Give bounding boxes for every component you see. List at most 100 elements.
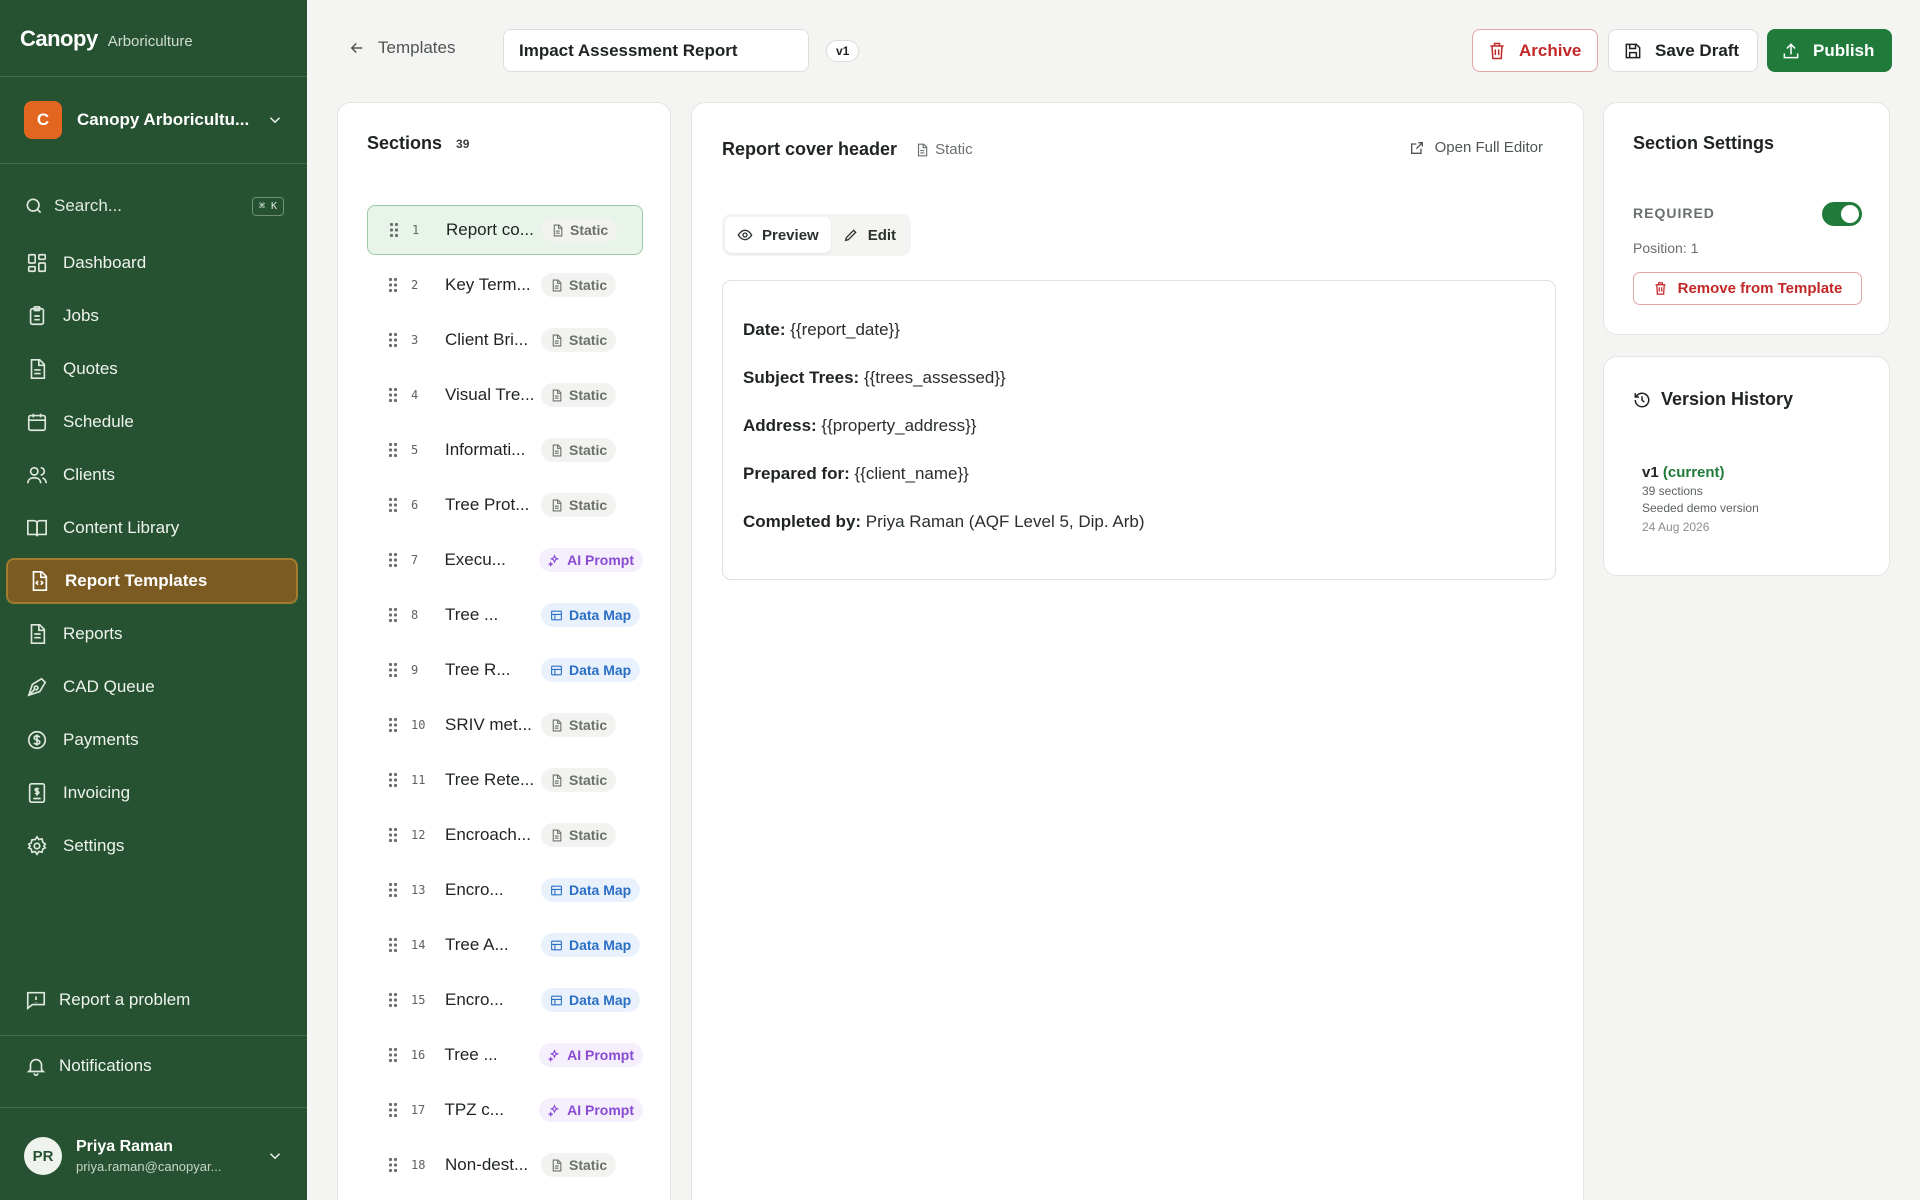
notifications-label: Notifications [59, 1056, 152, 1075]
section-row[interactable]: 16 Tree ... AI Prompt [367, 1030, 643, 1080]
section-name: Client Bri... [445, 330, 529, 349]
sections-panel: Sections 39 1 Report co... Static 2 Key Term… [337, 102, 671, 1200]
drag-handle-icon[interactable] [387, 276, 399, 294]
section-name: Visual Tre... [445, 385, 535, 404]
brand-name: Canopy [20, 26, 98, 51]
badge-label: Static [569, 277, 608, 293]
nav-label: Payments [63, 730, 139, 749]
drag-handle-icon[interactable] [387, 606, 399, 624]
section-row[interactable]: 11 Tree Rete... Static [367, 755, 643, 805]
drag-handle-icon[interactable] [387, 331, 399, 349]
badge-label: Data Map [569, 937, 632, 953]
report-problem-label: Report a problem [59, 990, 191, 1009]
badge-label: AI Prompt [567, 1102, 634, 1118]
section-row[interactable]: 8 Tree ... Data Map [367, 590, 643, 640]
nav-item-settings[interactable]: Settings [6, 823, 298, 869]
tab-preview[interactable]: Preview [725, 217, 831, 253]
edit-label: Edit [867, 226, 897, 244]
drag-handle-icon[interactable] [387, 441, 399, 459]
nav-item-quotes[interactable]: Quotes [6, 346, 298, 392]
preview-line-date: Date: {{report_date}} [743, 320, 900, 339]
brand-logo[interactable]: Canopy Arboriculture [20, 26, 193, 52]
search-input[interactable]: Search... ⌘ K [24, 192, 284, 220]
drag-handle-icon[interactable] [387, 826, 399, 844]
drag-handle-icon[interactable] [387, 936, 399, 954]
archive-button[interactable]: Archive [1472, 29, 1598, 72]
remove-from-template-button[interactable]: Remove from Template [1633, 272, 1862, 305]
section-type-badge: Static [542, 218, 618, 242]
drag-handle-icon[interactable] [387, 1156, 399, 1174]
drag-handle-icon[interactable] [387, 496, 399, 514]
save-draft-button[interactable]: Save Draft [1608, 29, 1758, 72]
drag-handle-icon[interactable] [387, 386, 399, 404]
section-row[interactable]: 15 Encro... Data Map [367, 975, 643, 1025]
section-row[interactable]: 1 Report co... Static [367, 205, 643, 255]
drag-handle-icon[interactable] [387, 771, 399, 789]
section-row[interactable]: 2 Key Term... Static [367, 260, 643, 310]
section-row[interactable]: 3 Client Bri... Static [367, 315, 643, 365]
drag-handle-icon[interactable] [387, 881, 399, 899]
back-to-templates-link[interactable]: Templates [348, 38, 455, 58]
trash-icon [1655, 282, 1666, 295]
section-row[interactable]: 6 Tree Prot... Static [367, 480, 643, 530]
required-label: REQUIRED [1633, 205, 1715, 221]
nav-item-reports[interactable]: Reports [6, 611, 298, 657]
drag-handle-icon[interactable] [388, 221, 400, 239]
history-title: Version History [1661, 389, 1794, 409]
preview-line-completed-by: Completed by: Priya Raman (AQF Level 5, … [743, 512, 1145, 531]
org-switcher[interactable]: C Canopy Arboricultu... [24, 100, 284, 140]
user-menu[interactable]: PR Priya Raman priya.raman@canopyar... [24, 1134, 284, 1178]
section-row[interactable]: 14 Tree A... Data Map [367, 920, 643, 970]
template-title-input[interactable]: Impact Assessment Report [503, 29, 809, 72]
section-type-badge: Static [541, 383, 617, 407]
section-row[interactable]: 5 Informati... Static [367, 425, 643, 475]
nav-item-payments[interactable]: Payments [6, 717, 298, 763]
file-icon [550, 389, 563, 402]
nav-item-content-library[interactable]: Content Library [6, 505, 298, 551]
badge-label: Data Map [569, 882, 632, 898]
drag-handle-icon[interactable] [387, 551, 399, 569]
section-number: 16 [410, 1048, 426, 1062]
view-mode-toggle: Preview Edit [722, 214, 912, 256]
nav-item-cad-queue[interactable]: CAD Queue [6, 664, 298, 710]
section-row[interactable]: 4 Visual Tre... Static [367, 370, 643, 420]
required-toggle[interactable] [1822, 202, 1862, 226]
drag-handle-icon[interactable] [387, 1101, 399, 1119]
book-icon [25, 516, 49, 540]
section-row[interactable]: 13 Encro... Data Map [367, 865, 643, 915]
nav-item-report-templates[interactable]: Report Templates [6, 558, 298, 604]
section-number: 18 [411, 1158, 426, 1172]
settings-title: Section Settings [1633, 133, 1775, 153]
nav-item-jobs[interactable]: Jobs [6, 293, 298, 339]
badge-label: Data Map [569, 992, 632, 1008]
drag-handle-icon[interactable] [387, 991, 399, 1009]
section-number: 9 [411, 663, 419, 677]
nav-item-invoicing[interactable]: Invoicing [6, 770, 298, 816]
publish-button[interactable]: Publish [1767, 29, 1892, 72]
tab-edit[interactable]: Edit [831, 217, 908, 253]
drag-handle-icon[interactable] [387, 1046, 399, 1064]
section-row[interactable]: 7 Execu... AI Prompt [367, 535, 643, 585]
report-problem-button[interactable]: Report a problem [25, 985, 285, 1015]
section-name: Informati... [445, 440, 526, 459]
notifications-button[interactable]: Notifications [25, 1051, 285, 1081]
open-full-editor-link[interactable]: Open Full Editor [1409, 139, 1543, 156]
section-type-badge: Data Map [541, 878, 641, 902]
nav-item-clients[interactable]: Clients [6, 452, 298, 498]
nav-label: CAD Queue [63, 677, 155, 696]
sparkles-icon [548, 553, 561, 567]
section-row[interactable]: 18 Non-dest... Static [367, 1140, 643, 1190]
nav-item-schedule[interactable]: Schedule [6, 399, 298, 445]
section-row[interactable]: 9 Tree R... Data Map [367, 645, 643, 695]
nav-item-dashboard[interactable]: Dashboard [6, 240, 298, 286]
section-row[interactable]: 12 Encroach... Static [367, 810, 643, 860]
sidebar: Canopy Arboriculture C Canopy Arboricult… [0, 0, 307, 1200]
version-entry[interactable]: v1 (current) 39 sections Seeded demo ver… [1642, 464, 1759, 534]
pen-tool-icon [25, 675, 49, 699]
back-label: Templates [378, 38, 456, 57]
drag-handle-icon[interactable] [387, 716, 399, 734]
section-row[interactable]: 17 TPZ c... AI Prompt [367, 1085, 643, 1135]
section-row[interactable]: 10 SRIV met... Static [367, 700, 643, 750]
section-name: Non-dest... [445, 1155, 529, 1174]
drag-handle-icon[interactable] [387, 661, 399, 679]
